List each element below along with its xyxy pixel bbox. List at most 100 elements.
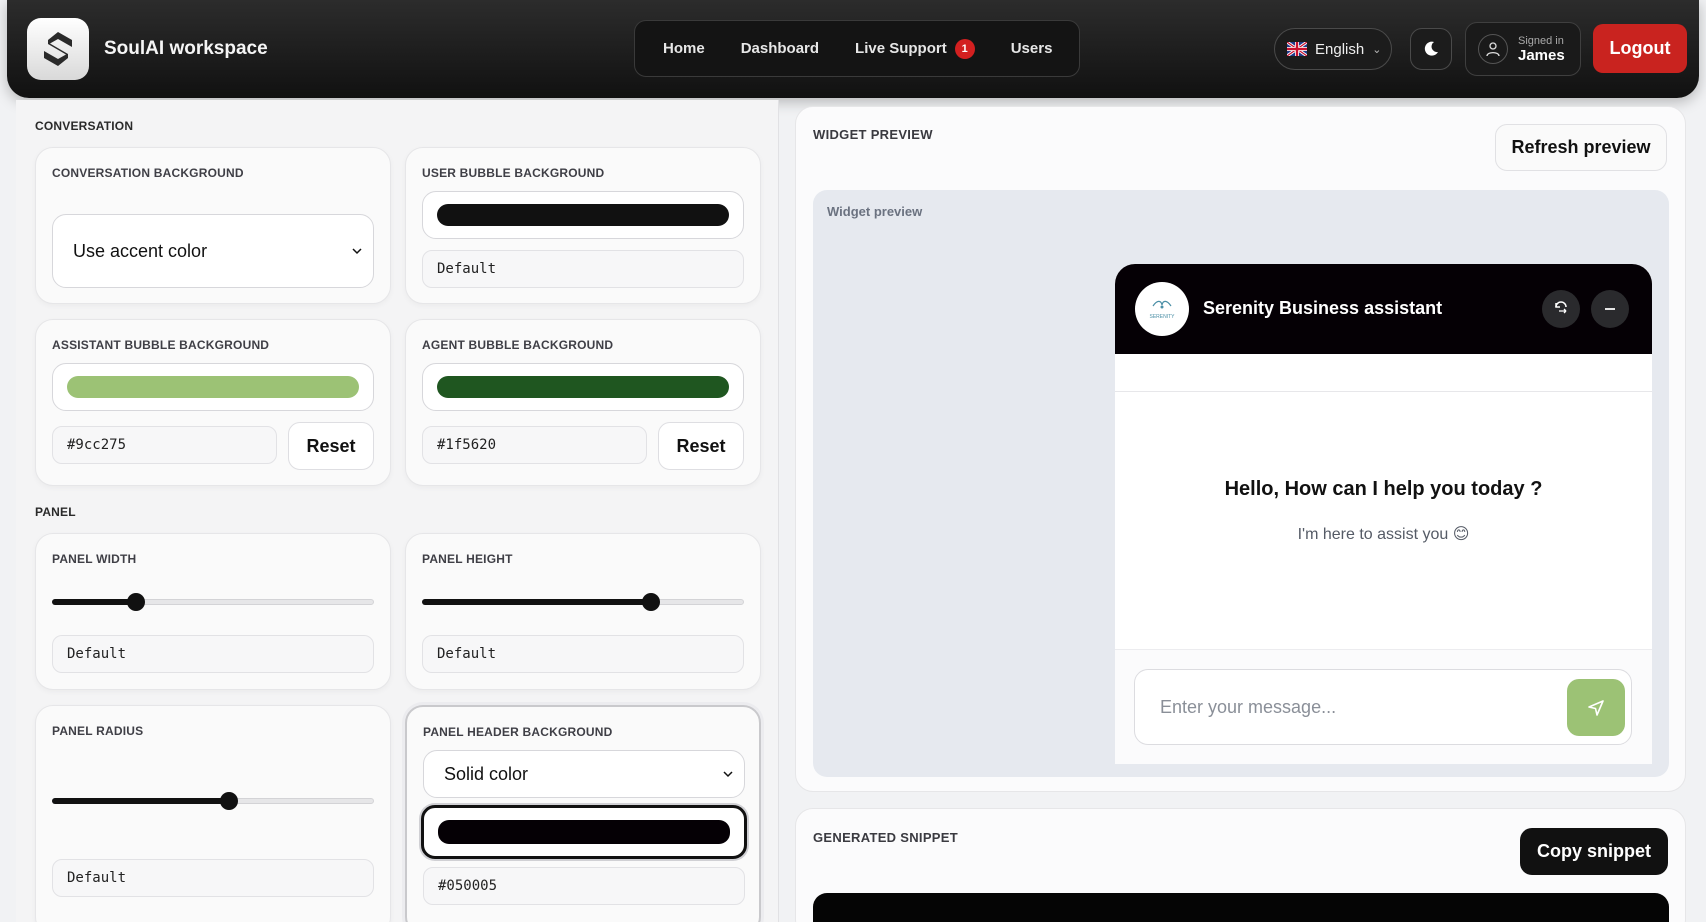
chevron-down-icon bbox=[352, 248, 362, 255]
panel-header-background-select[interactable]: Solid color bbox=[423, 750, 745, 798]
assistant-bubble-color-input[interactable]: #9cc275 bbox=[52, 426, 277, 464]
serenity-logo-text: SERENITY bbox=[1149, 314, 1175, 320]
chat-widget-body: Hello, How can I help you today ? I'm he… bbox=[1115, 392, 1652, 649]
user-bubble-card: USER BUBBLE BACKGROUND Default bbox=[405, 147, 761, 304]
panel-width-slider-thumb[interactable] bbox=[126, 593, 145, 611]
widget-preview-title: WIDGET PREVIEW bbox=[813, 127, 933, 142]
agent-bubble-swatch bbox=[437, 376, 729, 398]
assistant-bubble-reset-button[interactable]: Reset bbox=[288, 422, 374, 470]
panel-header-color-picker[interactable] bbox=[421, 805, 747, 859]
panel-header-background-mode: Solid color bbox=[444, 763, 529, 784]
assistant-avatar: SERENITY bbox=[1135, 282, 1189, 336]
agent-bubble-reset-button[interactable]: Reset bbox=[658, 422, 744, 470]
live-support-count-badge: 1 bbox=[954, 38, 975, 59]
signed-in-label: Signed in bbox=[1518, 34, 1564, 47]
panel-height-label: PANEL HEIGHT bbox=[422, 552, 513, 566]
soulai-logo-icon bbox=[44, 32, 72, 66]
chat-input-placeholder: Enter your message... bbox=[1160, 696, 1337, 717]
chat-message-input[interactable]: Enter your message... bbox=[1134, 669, 1632, 745]
workspace-title: SoulAI workspace bbox=[104, 38, 268, 59]
assistant-bubble-card: ASSISTANT BUBBLE BACKGROUND #9cc275 Rese… bbox=[35, 319, 391, 486]
serenity-logo-icon: SERENITY bbox=[1149, 300, 1175, 320]
language-selector[interactable]: English ⌄ bbox=[1274, 28, 1392, 70]
assistant-bubble-color-picker[interactable] bbox=[52, 363, 374, 411]
chat-widget: SERENITY Serenity Business assistant Hel… bbox=[1115, 264, 1652, 764]
nav-users-label: Users bbox=[1010, 40, 1053, 57]
nav-live-support-label: Live Support bbox=[855, 40, 947, 57]
widget-preview-area-label: Widget preview bbox=[827, 204, 923, 219]
nav-users[interactable]: Users bbox=[993, 29, 1071, 69]
chat-greeting: Hello, How can I help you today ? bbox=[1224, 478, 1543, 500]
theme-toggle-button[interactable] bbox=[1410, 28, 1452, 70]
panel-radius-slider[interactable] bbox=[52, 791, 374, 811]
panel-height-input[interactable]: Default bbox=[422, 635, 744, 673]
panel-radius-slider-thumb[interactable] bbox=[220, 792, 239, 810]
minus-icon bbox=[1605, 308, 1615, 310]
generated-snippet-title: GENERATED SNIPPET bbox=[813, 830, 958, 845]
nav-dashboard-label: Dashboard bbox=[740, 40, 820, 57]
chat-refresh-button[interactable] bbox=[1542, 290, 1580, 328]
panel-radius-label: PANEL RADIUS bbox=[52, 724, 144, 738]
conversation-section-title: CONVERSATION bbox=[35, 119, 134, 133]
nav-live-support[interactable]: Live Support 1 bbox=[837, 29, 993, 69]
chat-subtext: I'm here to assist you 😊 bbox=[1297, 526, 1470, 543]
chat-widget-header: SERENITY Serenity Business assistant bbox=[1115, 264, 1652, 354]
agent-bubble-color-picker[interactable] bbox=[422, 363, 744, 411]
send-icon bbox=[1588, 699, 1604, 716]
widget-preview-area: Widget preview SERENITY Serenity Busines… bbox=[813, 190, 1669, 777]
logout-button[interactable]: Logout bbox=[1593, 24, 1687, 73]
conversation-background-card: CONVERSATION BACKGROUND Use accent color bbox=[35, 147, 391, 304]
user-info: Signed in James bbox=[1518, 35, 1565, 64]
nav-home-label: Home bbox=[663, 40, 705, 57]
panel-width-card: PANEL WIDTH Default bbox=[35, 533, 391, 690]
nav-dashboard[interactable]: Dashboard bbox=[723, 29, 837, 69]
agent-bubble-color-input[interactable]: #1f5620 bbox=[422, 426, 647, 464]
chat-widget-footer: Enter your message... bbox=[1115, 649, 1652, 764]
panel-height-slider-thumb[interactable] bbox=[641, 593, 660, 611]
widget-preview-card: WIDGET PREVIEW Refresh preview Widget pr… bbox=[795, 106, 1686, 792]
chat-refresh-icon bbox=[1555, 301, 1567, 314]
panel-header-color-input[interactable]: #050005 bbox=[423, 867, 745, 905]
chat-minimize-button[interactable] bbox=[1591, 290, 1629, 328]
panel-height-card: PANEL HEIGHT Default bbox=[405, 533, 761, 690]
user-bubble-color-input[interactable]: Default bbox=[422, 250, 744, 288]
user-bubble-label: USER BUBBLE BACKGROUND bbox=[422, 166, 605, 180]
panel-height-slider[interactable] bbox=[422, 592, 744, 612]
chat-widget-title: Serenity Business assistant bbox=[1203, 298, 1443, 318]
assistant-bubble-swatch bbox=[67, 376, 359, 398]
panel-width-slider[interactable] bbox=[52, 592, 374, 612]
language-label: English bbox=[1315, 40, 1365, 58]
user-bubble-color-picker[interactable] bbox=[422, 191, 744, 239]
conversation-background-label: CONVERSATION BACKGROUND bbox=[52, 166, 244, 180]
conversation-background-value: Use accent color bbox=[73, 240, 208, 261]
panel-header-background-label: PANEL HEADER BACKGROUND bbox=[423, 725, 613, 739]
conversation-background-select[interactable]: Use accent color bbox=[52, 214, 374, 288]
panel-header-swatch bbox=[438, 820, 730, 844]
panel-radius-input[interactable]: Default bbox=[52, 859, 374, 897]
agent-bubble-card: AGENT BUBBLE BACKGROUND #1f5620 Reset bbox=[405, 319, 761, 486]
snippet-code-block[interactable] bbox=[813, 893, 1669, 922]
user-icon bbox=[1478, 34, 1508, 64]
user-account-box[interactable]: Signed in James bbox=[1465, 22, 1581, 76]
copy-snippet-button[interactable]: Copy snippet bbox=[1520, 828, 1668, 875]
refresh-preview-button[interactable]: Refresh preview bbox=[1495, 124, 1667, 171]
panel-radius-card: PANEL RADIUS Default bbox=[35, 705, 391, 922]
panel-section-title: PANEL bbox=[35, 505, 76, 519]
panel-width-input[interactable]: Default bbox=[52, 635, 374, 673]
user-bubble-swatch bbox=[437, 204, 729, 226]
agent-bubble-label: AGENT BUBBLE BACKGROUND bbox=[422, 338, 614, 352]
nav-home[interactable]: Home bbox=[645, 29, 723, 69]
chat-send-button[interactable] bbox=[1567, 679, 1625, 736]
assistant-bubble-label: ASSISTANT BUBBLE BACKGROUND bbox=[52, 338, 270, 352]
chevron-down-icon: ⌄ bbox=[1372, 43, 1382, 56]
top-navigation-bar: SoulAI workspace Home Dashboard Live Sup… bbox=[7, 0, 1699, 98]
main-nav: Home Dashboard Live Support 1 Users bbox=[634, 20, 1080, 77]
panel-header-background-card: PANEL HEADER BACKGROUND Solid color #050… bbox=[405, 705, 761, 922]
user-name: James bbox=[1518, 46, 1565, 64]
column-divider bbox=[778, 100, 779, 922]
app-logo[interactable] bbox=[27, 18, 89, 80]
panel-width-label: PANEL WIDTH bbox=[52, 552, 137, 566]
settings-panel: CONVERSATION CONVERSATION BACKGROUND Use… bbox=[16, 100, 778, 922]
generated-snippet-card: GENERATED SNIPPET Copy snippet bbox=[795, 808, 1686, 922]
uk-flag-icon bbox=[1287, 42, 1307, 56]
